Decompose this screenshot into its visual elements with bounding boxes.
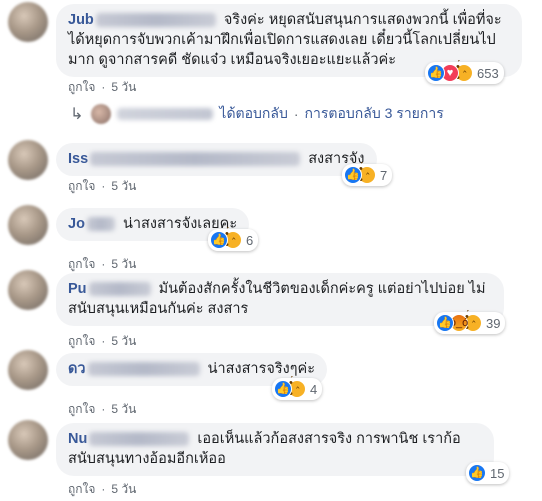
- comment-bubble: Iss สงสารจัง: [56, 143, 377, 176]
- reaction-summary[interactable]: 👍 15: [466, 462, 510, 484]
- comment-actions: ถูกใจ · 5 วัน: [68, 482, 137, 496]
- like-button[interactable]: ถูกใจ: [68, 482, 95, 496]
- like-icon: 👍: [427, 64, 445, 82]
- like-button[interactable]: ถูกใจ: [68, 402, 95, 416]
- like-button[interactable]: ถูกใจ: [68, 334, 95, 348]
- blurred-name: [87, 362, 200, 377]
- timestamp[interactable]: 5 วัน: [111, 402, 136, 416]
- reaction-summary[interactable]: 👍 ò_ó •́ ‸ •̀ 39: [434, 312, 506, 334]
- replied-label[interactable]: ได้ตอบกลับ: [219, 103, 287, 125]
- blurred-name: [90, 152, 301, 167]
- reaction-summary[interactable]: 👍 •́ ‸ •̀ 7: [342, 164, 393, 186]
- like-button[interactable]: ถูกใจ: [68, 257, 95, 271]
- reaction-count: 7: [380, 167, 388, 183]
- blurred-name: [117, 108, 214, 120]
- like-icon: 👍: [344, 166, 362, 184]
- reaction-count: 39: [486, 315, 501, 331]
- view-replies[interactable]: ↳ ได้ตอบกลับ · การตอบกลับ 3 รายการ: [70, 103, 444, 125]
- blurred-name: [89, 432, 190, 447]
- blurred-name: [95, 13, 216, 28]
- blurred-name: [88, 282, 151, 297]
- reaction-count: 15: [490, 465, 505, 481]
- reaction-count: 653: [477, 65, 499, 81]
- comment-actions: ถูกใจ · 5 วัน: [68, 257, 137, 271]
- timestamp[interactable]: 5 วัน: [111, 179, 136, 193]
- reply-avatar: [91, 104, 112, 124]
- author-name[interactable]: Iss: [68, 151, 88, 167]
- avatar[interactable]: [8, 205, 48, 245]
- reaction-summary[interactable]: 👍 •́ ‸ •̀ 6: [208, 229, 259, 251]
- comment-actions: ถูกใจ · 5 วัน: [68, 334, 137, 348]
- like-icon: 👍: [274, 380, 292, 398]
- author-name[interactable]: ดว: [68, 361, 86, 377]
- replies-count-link[interactable]: การตอบกลับ 3 รายการ: [305, 103, 444, 125]
- avatar[interactable]: [8, 140, 48, 180]
- author-name[interactable]: Jub: [68, 12, 94, 28]
- like-icon: 👍: [468, 464, 486, 482]
- comment-actions: ถูกใจ · 5 วัน: [68, 80, 137, 94]
- avatar[interactable]: [8, 420, 48, 460]
- like-button[interactable]: ถูกใจ: [68, 179, 95, 193]
- blurred-name: [86, 217, 115, 232]
- avatar[interactable]: [8, 350, 48, 390]
- author-name[interactable]: Pu: [68, 281, 87, 297]
- timestamp[interactable]: 5 วัน: [111, 80, 136, 94]
- timestamp[interactable]: 5 วัน: [111, 257, 136, 271]
- author-name[interactable]: Nu: [68, 431, 87, 447]
- like-icon: 👍: [210, 231, 228, 249]
- comment-text: น่าสงสารจริงๆค่ะ: [207, 361, 315, 377]
- reply-arrow-icon: ↳: [70, 106, 84, 123]
- timestamp[interactable]: 5 วัน: [111, 334, 136, 348]
- author-name[interactable]: Jo: [68, 216, 85, 232]
- like-icon: 👍: [436, 314, 454, 332]
- reaction-summary[interactable]: 👍 •́ ‸ •̀ 4: [272, 378, 323, 400]
- like-button[interactable]: ถูกใจ: [68, 80, 95, 94]
- timestamp[interactable]: 5 วัน: [111, 482, 136, 496]
- comment-actions: ถูกใจ · 5 วัน: [68, 179, 137, 193]
- reaction-summary[interactable]: 👍 ♥ •́ ‸ •̀ 653: [425, 62, 504, 84]
- avatar[interactable]: [8, 2, 48, 42]
- separator: ·: [293, 106, 299, 122]
- comment-bubble: Nu เออเห็นแล้วก้อสงสารจริง การพานิช เราก…: [56, 423, 494, 476]
- reaction-count: 4: [310, 381, 318, 397]
- comment-actions: ถูกใจ · 5 วัน: [68, 402, 137, 416]
- avatar[interactable]: [8, 270, 48, 310]
- reaction-count: 6: [246, 232, 254, 248]
